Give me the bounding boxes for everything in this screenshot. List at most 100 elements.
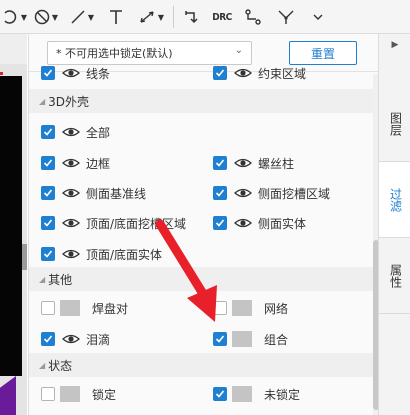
chevron-down-icon: ⌄ <box>234 45 243 56</box>
checkbox-unchecked[interactable] <box>41 387 55 401</box>
tab-properties[interactable]: 属性 <box>379 238 410 314</box>
eye-icon[interactable] <box>62 248 80 260</box>
color-swatch[interactable] <box>232 386 252 402</box>
checkbox-checked[interactable] <box>213 186 227 200</box>
color-swatch[interactable] <box>232 331 252 347</box>
dimension-tool-icon <box>140 11 154 23</box>
filter-item-locked[interactable]: 锁定 <box>41 383 116 405</box>
color-swatch[interactable] <box>60 300 80 316</box>
filter-item-label: 网络 <box>264 301 289 316</box>
checkbox-checked[interactable] <box>213 66 227 80</box>
more-tools-button[interactable] <box>306 6 330 28</box>
filter-item-side-datum-line[interactable]: 侧面基准线 <box>41 182 146 204</box>
checkbox-checked[interactable] <box>41 66 55 80</box>
drc-button[interactable]: DRC <box>208 6 236 28</box>
checkbox-checked[interactable] <box>41 216 55 230</box>
tab-label: 过滤 <box>388 187 403 212</box>
filter-item-pad-pair[interactable]: 焊盘对 <box>41 297 128 319</box>
collapse-panel-icon[interactable]: ▶ <box>379 34 410 56</box>
canvas-marker <box>0 72 3 75</box>
chevron-down-icon <box>313 14 323 20</box>
checkbox-checked[interactable] <box>41 156 55 170</box>
filter-item-constraint-area[interactable]: 约束区域 <box>213 62 306 84</box>
checkbox-checked[interactable] <box>41 125 55 139</box>
eye-icon[interactable] <box>234 157 252 169</box>
checkbox-unchecked[interactable] <box>41 301 55 315</box>
rotate-tool-icon <box>185 11 198 24</box>
side-tab-bar: ▶ 图层 过滤 属性 <box>378 34 410 415</box>
eye-icon[interactable] <box>62 126 80 138</box>
line-tool-button[interactable]: ▼ <box>66 6 98 28</box>
checkbox-checked[interactable] <box>41 332 55 346</box>
checkbox-checked[interactable] <box>213 156 227 170</box>
collapse-triangle-icon[interactable]: ◢ <box>39 275 45 284</box>
filter-item-label: 边框 <box>86 156 111 171</box>
tab-filter[interactable]: 过滤 <box>379 162 410 238</box>
checkbox-checked[interactable] <box>41 186 55 200</box>
checkbox-checked[interactable] <box>213 332 227 346</box>
filter-item-label: 锁定 <box>92 387 117 402</box>
filter-item-label: 全部 <box>86 125 111 140</box>
route-button[interactable] <box>240 6 266 28</box>
filter-item-label: 顶面/底面实体 <box>86 247 163 262</box>
collapse-triangle-icon[interactable]: ◢ <box>39 97 45 106</box>
eye-icon[interactable] <box>234 217 252 229</box>
toolbar-separator <box>173 6 174 28</box>
eye-icon[interactable] <box>62 157 80 169</box>
collapse-triangle-icon[interactable]: ◢ <box>39 361 45 370</box>
tab-layers[interactable]: 图层 <box>379 86 410 162</box>
filter-item-all[interactable]: 全部 <box>41 121 110 143</box>
section-header-status[interactable]: ◢ 状态 <box>29 353 378 377</box>
eye-icon[interactable] <box>62 333 80 345</box>
eye-icon[interactable] <box>62 187 80 199</box>
color-swatch[interactable] <box>232 300 252 316</box>
prohibited-region-button[interactable]: ▼ <box>30 6 62 28</box>
checkbox-checked[interactable] <box>41 247 55 261</box>
rotate-tool-button[interactable] <box>178 6 204 28</box>
checkbox-checked[interactable] <box>213 216 227 230</box>
pcb-canvas[interactable] <box>0 34 27 415</box>
filter-item-top-bottom-solid[interactable]: 顶面/底面实体 <box>41 243 162 265</box>
filter-item-unlocked[interactable]: 未锁定 <box>213 383 300 405</box>
section-title: 其他 <box>48 272 73 287</box>
color-swatch[interactable] <box>60 386 80 402</box>
drc-icon: DRC <box>212 11 232 23</box>
eye-icon[interactable] <box>234 67 252 79</box>
eye-icon[interactable] <box>62 67 80 79</box>
filter-item-label: 侧面实体 <box>258 216 307 231</box>
checkbox-checked[interactable] <box>213 387 227 401</box>
lock-mode-value: * 不可用选中锁定(默认) <box>56 47 173 60</box>
filter-item-top-bottom-groove-area[interactable]: 顶面/底面挖槽区域 <box>41 212 186 234</box>
filter-item-group[interactable]: 组合 <box>213 328 288 350</box>
filter-item-net[interactable]: 网络 <box>213 297 288 319</box>
filter-item-teardrop[interactable]: 泪滴 <box>41 328 110 350</box>
checkbox-unchecked[interactable] <box>213 301 227 315</box>
filter-item-label: 未锁定 <box>264 387 301 402</box>
tab-label: 属性 <box>388 263 403 288</box>
eye-icon[interactable] <box>234 187 252 199</box>
ellipse-tool-button[interactable]: ▼ <box>0 6 30 28</box>
section-header-other[interactable]: ◢ 其他 <box>29 267 378 291</box>
fanout-button[interactable] <box>272 6 300 28</box>
route-icon <box>245 9 261 25</box>
section-title: 3D外壳 <box>48 94 90 109</box>
filter-item-label: 顶面/底面挖槽区域 <box>86 216 187 231</box>
filter-item-side-solid[interactable]: 侧面实体 <box>213 212 306 234</box>
filter-item-border[interactable]: 边框 <box>41 152 110 174</box>
line-tool-icon <box>71 10 85 24</box>
text-tool-icon <box>110 10 122 24</box>
filter-item-lines[interactable]: 线条 <box>41 62 110 84</box>
fanout-icon <box>278 10 294 24</box>
filter-item-label: 组合 <box>264 332 289 347</box>
canvas-board-area[interactable] <box>0 76 22 376</box>
filter-item-screw-post[interactable]: 螺丝柱 <box>213 152 294 174</box>
filter-item-side-groove-area[interactable]: 侧面挖槽区域 <box>213 182 330 204</box>
prohibited-region-icon <box>34 9 50 25</box>
filter-item-label: 泪滴 <box>86 332 111 347</box>
section-header-3d-shell[interactable]: ◢ 3D外壳 <box>29 89 378 113</box>
dimension-tool-button[interactable]: ▼ <box>134 6 168 28</box>
eye-icon[interactable] <box>62 217 80 229</box>
canvas-purple-shape <box>0 376 16 415</box>
text-tool-button[interactable] <box>104 6 128 28</box>
panel-collapse-handle[interactable] <box>22 244 27 270</box>
